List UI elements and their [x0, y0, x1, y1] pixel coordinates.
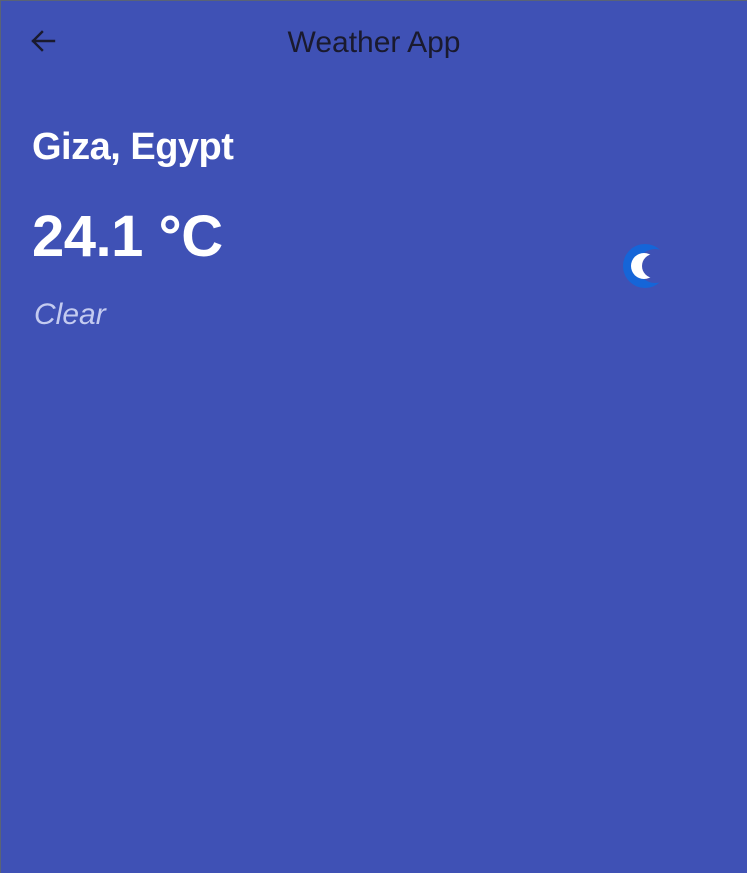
- crescent-moon-icon: [621, 241, 667, 291]
- app-bar: Weather App: [1, 1, 747, 85]
- weather-condition: Clear: [34, 298, 106, 331]
- app-title: Weather App: [287, 26, 461, 59]
- weather-app-screen: Weather App Giza, Egypt 24.1 °C Clear: [0, 0, 747, 873]
- location-name: Giza, Egypt: [32, 126, 234, 168]
- temperature-value: 24.1 °C: [32, 204, 223, 269]
